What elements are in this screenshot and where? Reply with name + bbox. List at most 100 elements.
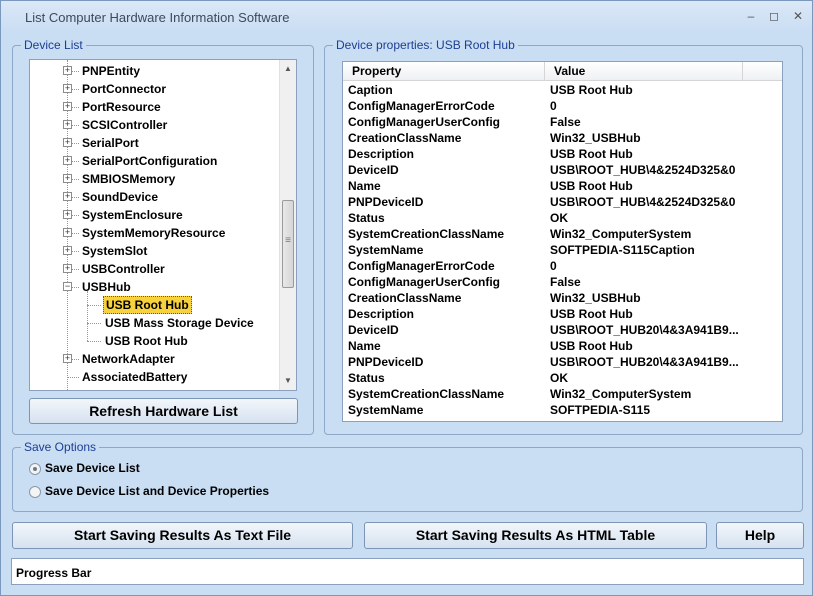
property-row[interactable]: ConfigManagerUserConfig False	[343, 114, 782, 130]
scroll-thumb[interactable]: ≡	[282, 200, 294, 288]
expand-icon[interactable]: +	[63, 264, 72, 273]
property-value: USB Root Hub	[550, 147, 633, 161]
expand-icon[interactable]: +	[63, 192, 72, 201]
tree-item[interactable]: + SystemMemoryResource	[30, 224, 280, 242]
property-row[interactable]: CreationClassName Win32_USBHub	[343, 130, 782, 146]
tree-item-label[interactable]: SystemMemoryResource	[80, 224, 227, 242]
tree-item[interactable]: + PortConnector	[30, 80, 280, 98]
tree-item-label[interactable]: SMBIOSMemory	[80, 170, 177, 188]
tree-item-label[interactable]: SerialPortConfiguration	[80, 152, 219, 170]
expand-icon[interactable]: +	[63, 228, 72, 237]
column-header-property[interactable]: Property	[343, 62, 545, 81]
tree-child-item[interactable]: USB Root Hub	[30, 332, 280, 350]
property-row[interactable]: Status OK	[343, 370, 782, 386]
property-row[interactable]: ConfigManagerErrorCode 0	[343, 98, 782, 114]
property-row[interactable]: Description USB Root Hub	[343, 306, 782, 322]
minimize-icon[interactable]: –	[742, 8, 760, 24]
save-device-list-and-properties-radio[interactable]	[29, 486, 41, 498]
property-value: Win32_ComputerSystem	[550, 227, 692, 241]
tree-item-label[interactable]: NetworkAdapter	[80, 350, 177, 368]
maximize-icon[interactable]: ◻	[765, 8, 783, 24]
expand-icon[interactable]: +	[63, 138, 72, 147]
scroll-up-icon[interactable]: ▲	[280, 60, 296, 77]
property-value: SOFTPEDIA-S115Caption	[550, 243, 695, 257]
tree-item-label[interactable]: USB Root Hub	[103, 332, 190, 350]
tree-item[interactable]: + PortResource	[30, 98, 280, 116]
tree-item[interactable]: + SCSIController	[30, 116, 280, 134]
expand-icon[interactable]: +	[63, 84, 72, 93]
column-header-value[interactable]: Value	[545, 62, 743, 81]
tree-item[interactable]: + SystemEnclosure	[30, 206, 280, 224]
tree-scrollbar[interactable]: ▲ ≡ ▼	[279, 60, 296, 390]
tree-item[interactable]: + SoundDevice	[30, 188, 280, 206]
device-tree[interactable]: + PNPEntity + PortConnector + PortResource + SC…	[29, 59, 297, 391]
save-text-file-button[interactable]: Start Saving Results As Text File	[12, 522, 353, 549]
tree-item[interactable]: + SerialPortConfiguration	[30, 152, 280, 170]
tree-item-label[interactable]: SystemSlot	[80, 242, 149, 260]
property-row[interactable]: PNPDeviceID USB\ROOT_HUB20\4&3A941B9...	[343, 354, 782, 370]
expand-icon[interactable]: +	[63, 156, 72, 165]
property-row[interactable]: Description USB Root Hub	[343, 146, 782, 162]
property-row[interactable]: SystemCreationClassName Win32_ComputerSys…	[343, 226, 782, 242]
help-button[interactable]: Help	[716, 522, 804, 549]
expand-icon[interactable]: +	[63, 102, 72, 111]
tree-child-item[interactable]: USB Root Hub	[30, 296, 280, 314]
property-row[interactable]: PNPDeviceID USB\ROOT_HUB\4&2524D325&0	[343, 194, 782, 210]
tree-item-label[interactable]: SystemEnclosure	[80, 206, 185, 224]
property-row[interactable]: ConfigManagerErrorCode 0	[343, 258, 782, 274]
tree-item[interactable]: + SystemSlot	[30, 242, 280, 260]
expand-icon[interactable]: +	[63, 66, 72, 75]
tree-item-label[interactable]: USBController	[80, 260, 167, 278]
refresh-hardware-button[interactable]: Refresh Hardware List	[29, 398, 298, 424]
property-row[interactable]: Status OK	[343, 210, 782, 226]
collapse-icon[interactable]: −	[63, 282, 72, 291]
radio-selected-dot	[33, 467, 37, 471]
close-icon[interactable]: ✕	[789, 8, 807, 24]
properties-grid[interactable]: Property Value Caption USB Root Hub Config…	[342, 61, 783, 422]
tree-item-label[interactable]: USB Mass Storage Device	[103, 314, 256, 332]
tree-item[interactable]: Battery	[30, 386, 280, 390]
tree-item-label[interactable]: PortConnector	[80, 80, 168, 98]
property-row[interactable]: CreationClassName Win32_USBHub	[343, 290, 782, 306]
property-name: Status	[348, 211, 385, 225]
tree-item[interactable]: + SMBIOSMemory	[30, 170, 280, 188]
property-row[interactable]: Name USB Root Hub	[343, 178, 782, 194]
save-device-list-and-properties-label[interactable]: Save Device List and Device Properties	[45, 484, 269, 498]
tree-item-label[interactable]: PNPEntity	[80, 62, 142, 80]
tree-item[interactable]: AssociatedBattery	[30, 368, 280, 386]
save-html-table-button[interactable]: Start Saving Results As HTML Table	[364, 522, 707, 549]
tree-item-label[interactable]: SerialPort	[80, 134, 141, 152]
property-value: 0	[550, 99, 557, 113]
tree-item[interactable]: + NetworkAdapter	[30, 350, 280, 368]
property-row[interactable]: Name USB Root Hub	[343, 338, 782, 354]
expand-icon[interactable]: +	[63, 246, 72, 255]
tree-item-label[interactable]: USB Root Hub	[103, 296, 192, 314]
save-device-list-label[interactable]: Save Device List	[45, 461, 140, 475]
property-row[interactable]: SystemName SOFTPEDIA-S115	[343, 402, 782, 418]
property-row[interactable]: DeviceID USB\ROOT_HUB20\4&3A941B9...	[343, 322, 782, 338]
tree-item-label[interactable]: AssociatedBattery	[80, 368, 189, 386]
property-row[interactable]: Caption USB Root Hub	[343, 82, 782, 98]
tree-item-label[interactable]: PortResource	[80, 98, 163, 116]
tree-item[interactable]: + PNPEntity	[30, 62, 280, 80]
expand-icon[interactable]: +	[63, 210, 72, 219]
property-row[interactable]: SystemCreationClassName Win32_ComputerSys…	[343, 386, 782, 402]
tree-item[interactable]: + SerialPort	[30, 134, 280, 152]
expand-icon[interactable]: +	[63, 354, 72, 363]
property-row[interactable]: DeviceID USB\ROOT_HUB\4&2524D325&0	[343, 162, 782, 178]
tree-child-item[interactable]: USB Mass Storage Device	[30, 314, 280, 332]
scroll-down-icon[interactable]: ▼	[280, 372, 296, 389]
property-row[interactable]: ConfigManagerUserConfig False	[343, 274, 782, 290]
tree-item-label[interactable]: Battery	[80, 386, 125, 390]
expand-icon[interactable]: +	[63, 120, 72, 129]
tree-item-label[interactable]: SoundDevice	[80, 188, 160, 206]
expand-icon[interactable]: +	[63, 174, 72, 183]
tree-item[interactable]: − USBHub	[30, 278, 280, 296]
property-name: ConfigManagerUserConfig	[348, 115, 501, 129]
tree-item[interactable]: + USBController	[30, 260, 280, 278]
tree-item-label[interactable]: SCSIController	[80, 116, 169, 134]
property-value: SOFTPEDIA-S115	[550, 403, 651, 417]
save-device-list-radio[interactable]	[29, 463, 41, 475]
title-bar[interactable]: List Computer Hardware Information Softw…	[1, 1, 812, 33]
property-row[interactable]: SystemName SOFTPEDIA-S115Caption	[343, 242, 782, 258]
